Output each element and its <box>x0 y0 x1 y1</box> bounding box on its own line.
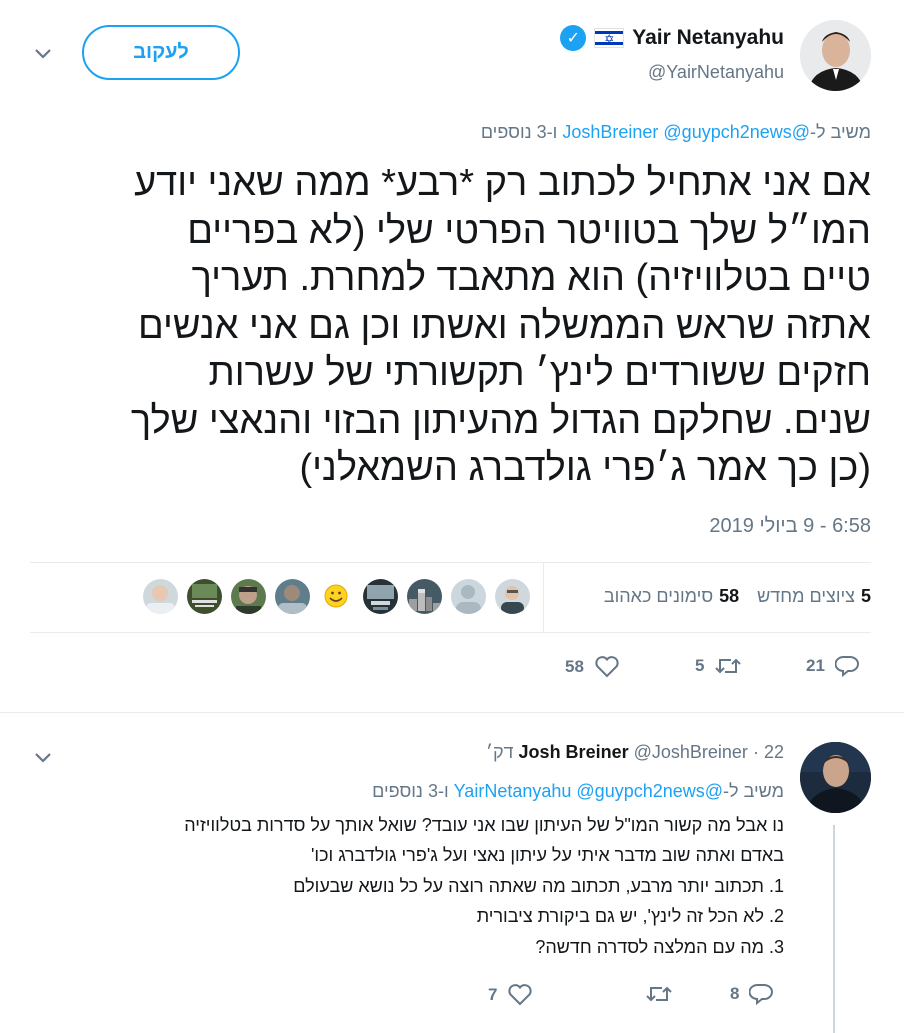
author-name-row[interactable]: ✓ ✡ Yair Netanyahu <box>560 25 784 51</box>
tweet-text-line: אם אני אתחיל לכתוב רק *רבע* ממה שאני יוד… <box>134 162 871 204</box>
engagement-stats: 5ציוצים מחדש 58סימונים כאהוב <box>604 586 871 607</box>
tweet-text-line: טיים בטלוויזיה) הוא מתאבד למחרת. תעריך <box>191 257 871 299</box>
replying-handle-link[interactable]: @guypch2news <box>663 122 791 142</box>
replying-to: משיב ל-@JoshBreiner @guypch2news ו-3 נוס… <box>271 122 871 143</box>
retweet-icon <box>715 658 742 674</box>
reply-author-avatar[interactable] <box>800 742 871 813</box>
stats-divider <box>543 562 544 632</box>
tweet-timestamp[interactable]: 6:58 - 9 ביולי 2019 <box>709 515 871 538</box>
reply-text-line: 1. תכתוב יותר מרבע, תכתוב מה שאתה רוצה ע… <box>293 876 784 896</box>
reply-action[interactable]: 8 <box>730 983 774 1005</box>
reply-icon <box>749 984 774 1005</box>
liker-avatar[interactable] <box>319 579 354 614</box>
liker-avatar[interactable] <box>187 579 222 614</box>
reply-text-line: 2. לא הכל זה לינץ', יש גם ביקורת ציבורית <box>476 906 784 926</box>
reply-action[interactable]: 21 <box>806 655 859 677</box>
chevron-down-icon[interactable] <box>34 748 52 768</box>
reply-count: 21 <box>806 656 825 675</box>
chevron-down-icon[interactable] <box>34 44 52 64</box>
retweet-action[interactable] <box>635 983 673 1005</box>
like-action[interactable]: 7 <box>488 983 533 1006</box>
israel-flag-icon: ✡ <box>594 28 625 48</box>
like-count: 58 <box>565 656 584 676</box>
divider <box>30 632 871 633</box>
reply-icon <box>834 656 859 677</box>
tweet-text: אם אני אתחיל לכתוב רק *רבע* ממה שאני יוד… <box>46 160 871 493</box>
likes-count: 58 <box>719 586 740 606</box>
retweets-stat[interactable]: 5ציוצים מחדש <box>757 586 871 607</box>
reply-count: 8 <box>730 984 740 1003</box>
liker-avatar[interactable] <box>451 579 486 614</box>
retweet-count: 5 <box>695 656 705 675</box>
replying-handle-link[interactable]: @guypch2news <box>576 781 704 801</box>
retweet-icon <box>646 986 672 1002</box>
author-handle[interactable]: @YairNetanyahu <box>648 62 784 83</box>
reply-text-line: באדם ואתה שוב מדבר איתי על עיתון נאצי וע… <box>310 845 784 865</box>
reply-author-handle[interactable]: @JoshBreiner <box>634 742 748 762</box>
divider <box>30 562 871 563</box>
reply-text-line: נו אבל מה קשור המו"ל של העיתון שבו אני ע… <box>184 815 784 835</box>
replying-others[interactable]: ו-3 נוספים <box>481 122 558 142</box>
liker-avatars <box>143 579 530 614</box>
tweet-text-line: (כן כך אמר ג׳פרי גולדברג השמאלני) <box>299 447 871 489</box>
thread-connector <box>833 825 835 1033</box>
author-avatar[interactable] <box>800 20 871 91</box>
tweet-text-line: שנים. שחלקם הגדול מהעיתון הבזוי והנאצי ש… <box>130 399 871 442</box>
separator-dot: · <box>752 742 759 762</box>
verified-badge-icon: ✓ <box>560 25 587 51</box>
tweet-text-line: חזקים ששורדים לינץ׳ תקשורתי של עשרות <box>208 352 872 394</box>
follow-button[interactable]: לעקוב <box>82 25 240 80</box>
likes-label: סימונים כאהוב <box>603 586 714 606</box>
divider <box>0 712 904 713</box>
liker-avatar[interactable] <box>231 579 266 614</box>
liker-avatar[interactable] <box>363 579 398 614</box>
replying-others[interactable]: ו-3 נוספים <box>372 781 449 801</box>
liker-avatar[interactable] <box>143 579 178 614</box>
like-count: 7 <box>488 984 498 1004</box>
like-action[interactable]: 58 <box>565 655 620 678</box>
liker-avatar[interactable] <box>495 579 530 614</box>
retweet-action[interactable]: 5 <box>695 655 742 677</box>
replying-prefix: משיב ל- <box>723 781 784 801</box>
reply-replying-to: משיב ל-@YairNetanyahu @guypch2news ו-3 נ… <box>372 781 784 802</box>
reply-text-line: 3. מה עם המלצה לסדרה חדשה? <box>535 937 784 957</box>
liker-avatar[interactable] <box>407 579 442 614</box>
likes-stat[interactable]: 58סימונים כאהוב <box>604 586 739 607</box>
author-name: Yair Netanyahu <box>632 26 784 49</box>
retweets-label: ציוצים מחדש <box>757 586 855 606</box>
tweet-text-line: המו״ל שלך בטוויטר הפרטי שלי (לא בפריים <box>187 209 871 252</box>
liker-avatar[interactable] <box>275 579 310 614</box>
heart-icon <box>508 984 533 1006</box>
tweet-text-line: אתזה שראש הממשלה ואשתו וכן גם אני אנשים <box>137 304 871 347</box>
replying-prefix: משיב ל- <box>810 122 871 142</box>
reply-author-row: Josh Breiner @JoshBreiner · 22 דק׳ <box>486 742 784 763</box>
heart-icon <box>595 656 619 678</box>
reply-author-name[interactable]: Josh Breiner <box>519 742 629 762</box>
retweets-count: 5 <box>860 586 871 606</box>
